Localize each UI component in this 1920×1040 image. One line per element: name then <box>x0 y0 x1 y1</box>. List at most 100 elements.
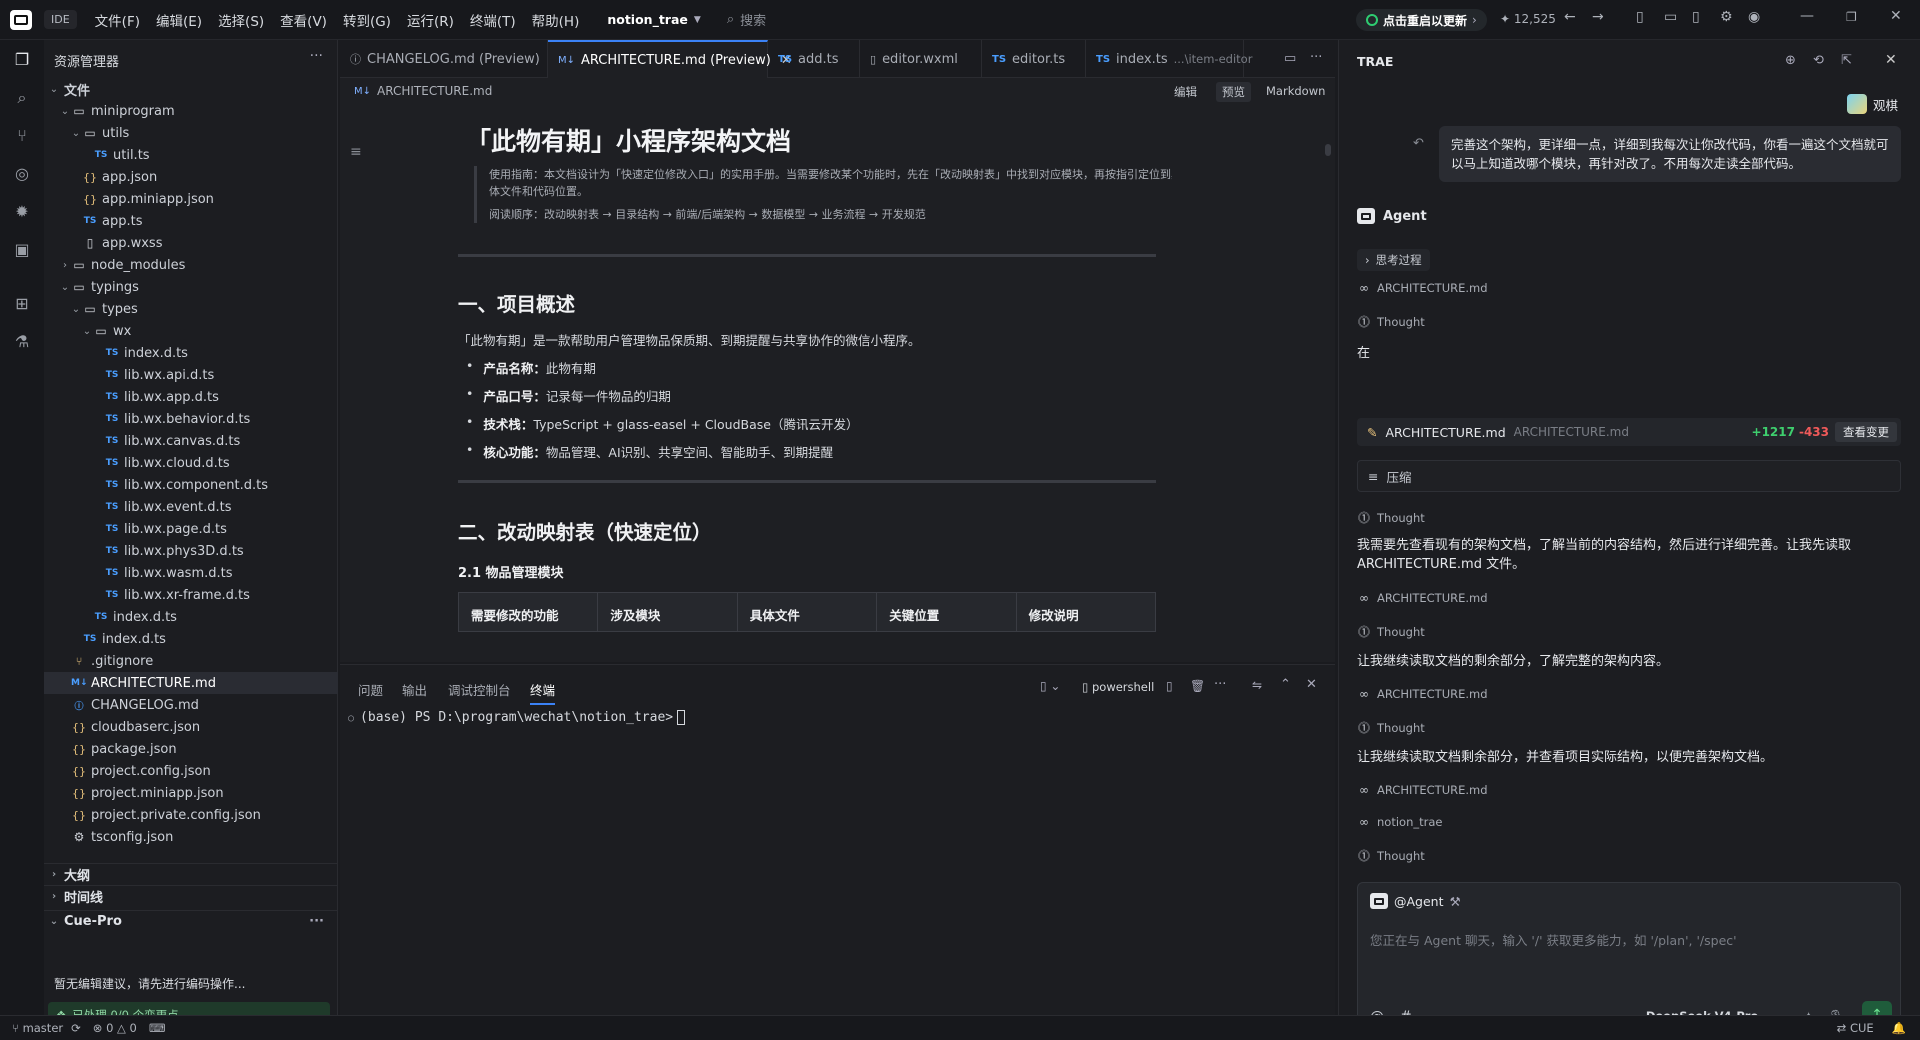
remote-icon[interactable]: ▣ <box>12 240 32 260</box>
tree-file[interactable]: TS lib.wx.api.d.ts <box>44 364 338 386</box>
view-changes-button[interactable]: 查看变更 <box>1835 422 1897 442</box>
menu-goto[interactable]: 转到(G) <box>343 10 391 30</box>
panel-tab-debug-console[interactable]: 调试控制台 <box>448 680 511 699</box>
read-step[interactable]: ∞ ARCHITECTURE.md <box>1357 591 1488 605</box>
tree-file[interactable]: TS lib.wx.canvas.d.ts <box>44 430 338 452</box>
thinking-toggle[interactable]: › 思考过程 <box>1357 249 1430 271</box>
tab-editor-wxml[interactable]: ▯ editor.wxml <box>860 40 982 78</box>
source-control-icon[interactable]: ⑂ <box>12 126 32 146</box>
minimize-icon[interactable]: — <box>1800 8 1814 24</box>
close-chat-icon[interactable]: ✕ <box>1885 52 1897 68</box>
menu-help[interactable]: 帮助(H) <box>532 10 580 30</box>
editor-scrollbar[interactable] <box>1325 144 1331 156</box>
problems-indicator[interactable]: ⊗ 0 △ 0 <box>93 1021 137 1035</box>
tree-file[interactable]: TS app.ts <box>44 210 338 232</box>
close-window-icon[interactable]: ✕ <box>1890 8 1902 24</box>
terminal-layout-icon[interactable]: ▯ ⌄ <box>1040 679 1060 693</box>
tree-file[interactable]: ▯ app.wxss <box>44 232 338 254</box>
more-icon[interactable]: ··· <box>1214 677 1226 692</box>
project-selector[interactable]: notion_trae ▼ <box>607 12 700 27</box>
extensions-icon[interactable]: ⊞ <box>12 294 32 314</box>
toggle-bottom-panel-icon[interactable]: ▭ <box>1664 9 1677 25</box>
tree-file[interactable]: TS lib.wx.cloud.d.ts <box>44 452 338 474</box>
more-icon[interactable]: ··· <box>310 48 323 64</box>
sync-icon[interactable]: ⟳ <box>71 1021 81 1035</box>
tab-architecture[interactable]: M↓ ARCHITECTURE.md (Preview) ✕ <box>548 40 792 78</box>
tree-file[interactable]: TS lib.wx.phys3D.d.ts <box>44 540 338 562</box>
account-icon[interactable]: ◉ <box>1748 9 1760 25</box>
tree-root-files[interactable]: ⌄ 文件 <box>44 78 338 100</box>
split-editor-icon[interactable]: ▭ <box>1284 51 1296 66</box>
toggle-right-panel-icon[interactable]: ▯ <box>1692 9 1700 25</box>
tree-file[interactable]: {} app.json <box>44 166 338 188</box>
tree-file[interactable]: {} cloudbaserc.json <box>44 716 338 738</box>
outline-list-icon[interactable]: ≡ <box>350 144 362 160</box>
thought-step[interactable]: ⓵ Thought <box>1357 719 1425 736</box>
adjust-icon[interactable]: ⇋ <box>1252 678 1262 692</box>
tree-file[interactable]: {} package.json <box>44 738 338 760</box>
panel-tab-output[interactable]: 输出 <box>402 680 427 699</box>
credits-counter[interactable]: ✦ 12,525 <box>1500 12 1556 26</box>
tree-file[interactable]: TS lib.wx.event.d.ts <box>44 496 338 518</box>
tree-folder[interactable]: ⌄ ▭ wx <box>44 320 338 342</box>
tree-file[interactable]: ⑂ .gitignore <box>44 650 338 672</box>
split-terminal-icon[interactable]: ▯ <box>1166 679 1173 693</box>
tab-add-ts[interactable]: TS add.ts <box>768 40 860 78</box>
tab-editor-ts[interactable]: TS editor.ts <box>982 40 1086 78</box>
branch-indicator[interactable]: ⑂ master <box>12 1021 63 1035</box>
tree-file[interactable]: TS index.d.ts <box>44 606 338 628</box>
tree-folder[interactable]: ⌄ ▭ typings <box>44 276 338 298</box>
breadcrumb-file[interactable]: ARCHITECTURE.md <box>377 84 492 98</box>
edit-mode-button[interactable]: 编辑 <box>1174 84 1197 100</box>
explorer-icon[interactable]: ❐ <box>12 50 32 70</box>
changed-file-card[interactable]: ✎ ARCHITECTURE.md ARCHITECTURE.md +1217-… <box>1357 418 1901 446</box>
menu-file[interactable]: 文件(F) <box>95 10 140 30</box>
tree-file[interactable]: TS lib.wx.component.d.ts <box>44 474 338 496</box>
markdown-mode-button[interactable]: Markdown <box>1266 84 1325 98</box>
back-arrow-icon[interactable]: ← <box>1564 9 1576 25</box>
tree-file[interactable]: ⓘ CHANGELOG.md <box>44 694 338 716</box>
timeline-section[interactable]: › 时间线 <box>44 885 338 907</box>
more-icon[interactable]: ··· <box>309 914 324 929</box>
command-search[interactable]: ⌕ 搜索 <box>727 10 766 29</box>
read-step[interactable]: ∞ ARCHITECTURE.md <box>1357 687 1488 701</box>
toggle-left-panel-icon[interactable]: ▯ <box>1636 9 1644 25</box>
tree-file[interactable]: M↓ ARCHITECTURE.md <box>44 672 338 694</box>
outline-section[interactable]: › 大纲 <box>44 863 338 885</box>
tree-file[interactable]: {} project.config.json <box>44 760 338 782</box>
close-panel-icon[interactable]: ✕ <box>1306 677 1317 692</box>
cue-indicator[interactable]: ⇄ CUE <box>1837 1021 1874 1035</box>
agent-mention-chip[interactable]: @Agent ⚒ <box>1370 893 1461 909</box>
tree-file[interactable]: {} app.miniapp.json <box>44 188 338 210</box>
read-step[interactable]: ∞ notion_trae <box>1357 815 1442 829</box>
panel-tab-problems[interactable]: 问题 <box>358 680 383 699</box>
thought-step[interactable]: ⓵ Thought <box>1357 509 1425 526</box>
tree-file[interactable]: TS lib.wx.behavior.d.ts <box>44 408 338 430</box>
tools-icon[interactable]: ⚒ <box>1450 894 1461 909</box>
trash-icon[interactable]: 🗑 <box>1190 679 1205 693</box>
tree-file[interactable]: TS lib.wx.wasm.d.ts <box>44 562 338 584</box>
bell-icon[interactable]: 🔔 <box>1892 1021 1906 1035</box>
preview-eye-icon[interactable]: ◎ <box>12 164 32 184</box>
tree-file[interactable]: TS index.d.ts <box>44 628 338 650</box>
read-step[interactable]: ∞ ARCHITECTURE.md <box>1357 783 1488 797</box>
cue-pro-section[interactable]: ⌄ Cue-Pro ··· <box>44 910 338 932</box>
restore-icon[interactable]: ❐ <box>1846 10 1857 24</box>
tab-changelog[interactable]: ⓘ CHANGELOG.md (Preview) <box>340 40 548 78</box>
thought-step[interactable]: ⓵ Thought <box>1357 623 1425 640</box>
tree-file[interactable]: TS lib.wx.page.d.ts <box>44 518 338 540</box>
tab-index-ts[interactable]: TS index.ts ...\item-editor <box>1086 40 1252 78</box>
undo-icon[interactable]: ↶ <box>1413 136 1424 151</box>
preview-mode-button[interactable]: 预览 <box>1216 82 1251 102</box>
tree-file[interactable]: {} project.private.config.json <box>44 804 338 826</box>
tree-folder[interactable]: ⌄ ▭ utils <box>44 122 338 144</box>
read-step[interactable]: ∞ ARCHITECTURE.md <box>1357 281 1488 295</box>
more-icon[interactable]: ··· <box>1310 50 1322 65</box>
search-icon[interactable]: ⌕ <box>12 88 32 108</box>
menu-run[interactable]: 运行(R) <box>407 10 454 30</box>
panel-tab-terminal[interactable]: 终端 <box>530 680 556 705</box>
compress-block[interactable]: ≡ 压缩 <box>1357 460 1901 492</box>
testing-flask-icon[interactable]: ⚗ <box>12 332 32 352</box>
menu-edit[interactable]: 编辑(E) <box>156 10 202 30</box>
thought-step[interactable]: ⓵ Thought <box>1357 847 1425 864</box>
